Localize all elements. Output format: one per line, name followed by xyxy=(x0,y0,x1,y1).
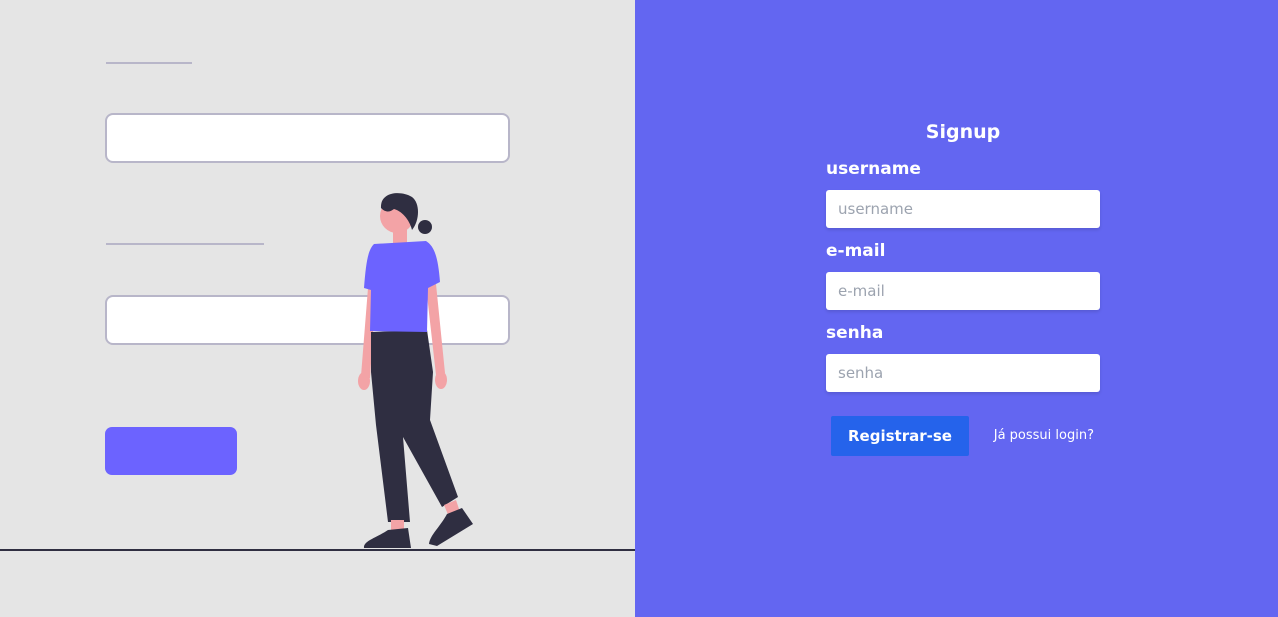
pants xyxy=(371,330,458,522)
login-link[interactable]: Já possui login? xyxy=(994,416,1094,456)
right-hand xyxy=(435,371,447,389)
signup-title: Signup xyxy=(925,121,1001,143)
mock-input-box xyxy=(105,113,510,163)
right-shoe xyxy=(429,508,473,546)
register-button[interactable]: Registrar-se xyxy=(831,416,969,456)
form-actions: Registrar-se Já possui login? xyxy=(826,416,1100,456)
mock-input-box xyxy=(105,295,510,345)
hair-bun xyxy=(418,220,432,234)
left-shoe xyxy=(363,528,411,548)
password-input[interactable] xyxy=(826,354,1100,392)
email-input[interactable] xyxy=(826,272,1100,310)
woman-walking-by-form-illustration xyxy=(0,62,635,551)
mock-button xyxy=(105,427,237,475)
password-group: senha xyxy=(826,322,1100,392)
left-hand xyxy=(358,372,370,390)
username-group: username xyxy=(826,158,1100,228)
password-label: senha xyxy=(826,323,884,343)
email-label: e-mail xyxy=(826,241,886,261)
signup-form: Signup username e-mail senha Registrar-s… xyxy=(826,118,1100,456)
signup-panel: Signup username e-mail senha Registrar-s… xyxy=(635,0,1278,617)
username-label: username xyxy=(826,159,921,179)
illustration-panel xyxy=(0,0,635,617)
woman-figure xyxy=(358,193,473,548)
username-input[interactable] xyxy=(826,190,1100,228)
email-group: e-mail xyxy=(826,240,1100,310)
